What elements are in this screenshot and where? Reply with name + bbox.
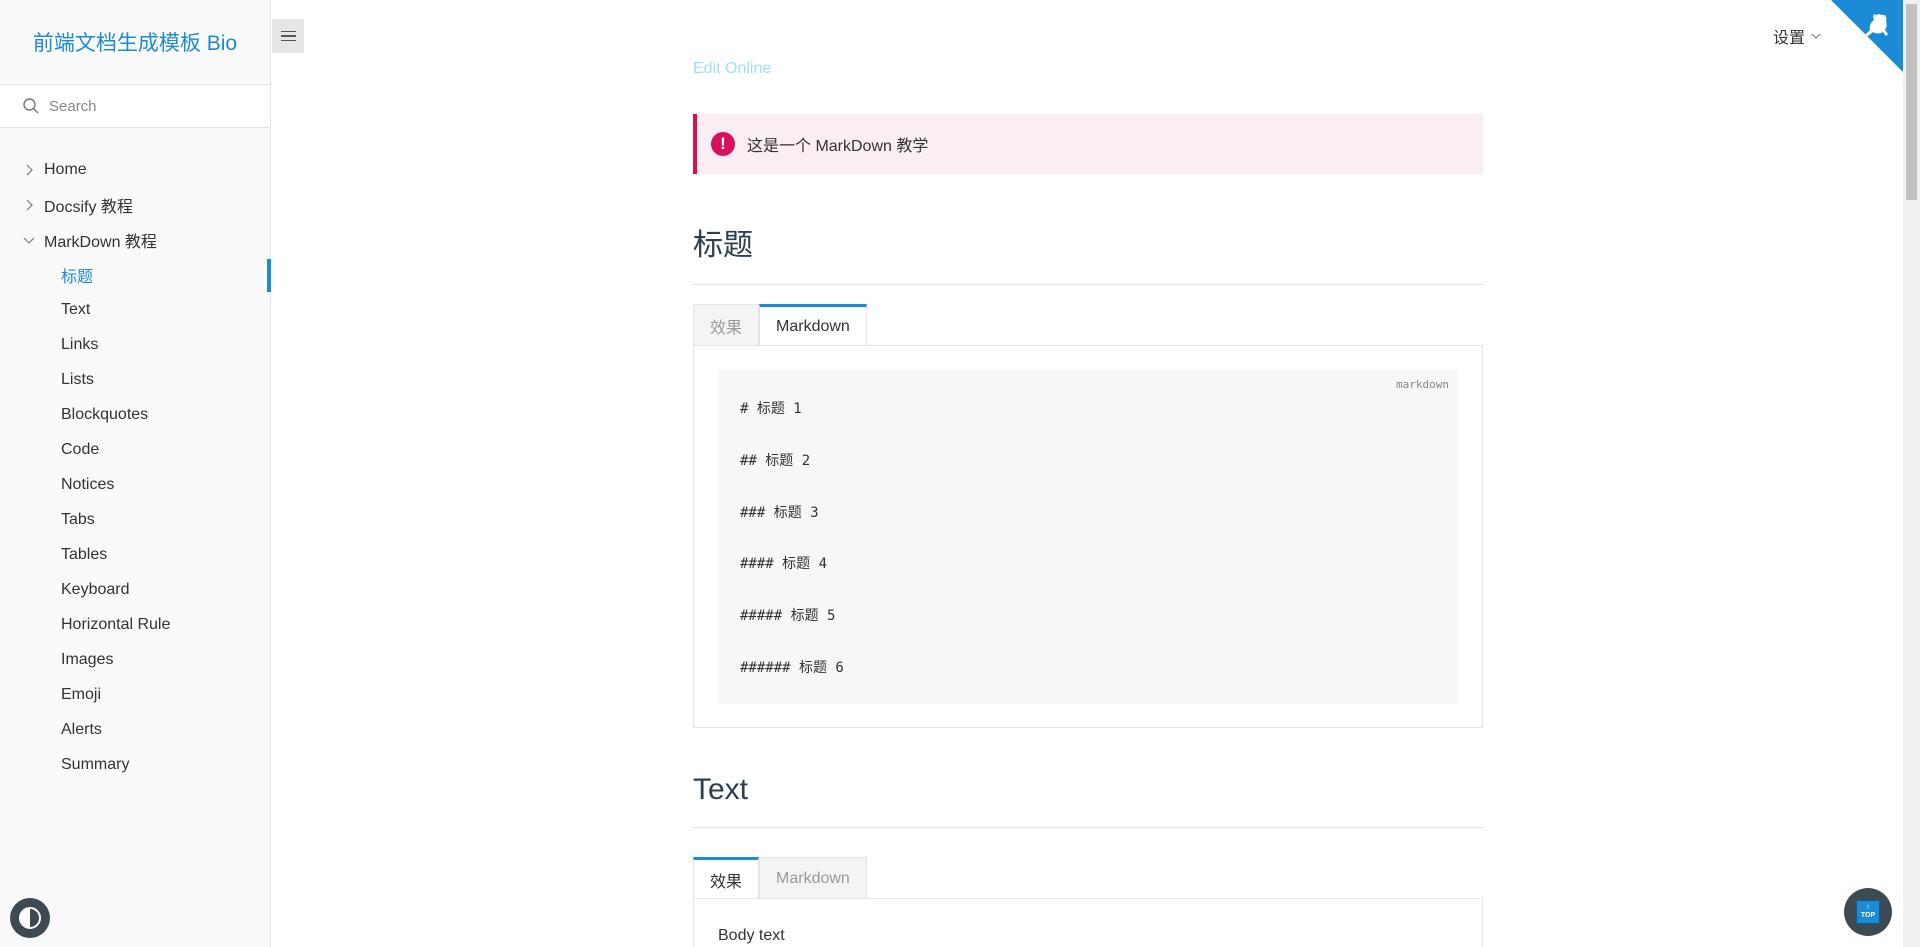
hamburger-icon-bar — [280, 35, 296, 37]
tab-effect[interactable]: 效果 — [693, 857, 760, 899]
sidebar-item-label: MarkDown 教程 — [44, 233, 157, 251]
sidebar-subitem-emoji[interactable]: Emoji — [0, 677, 270, 712]
tab-markdown[interactable]: Markdown — [759, 304, 867, 346]
sidebar-subitem-images[interactable]: Images — [0, 642, 270, 677]
half-moon-icon — [19, 907, 41, 929]
scrollbar-thumb[interactable] — [1906, 4, 1917, 200]
tab-effect[interactable]: 效果 — [693, 304, 760, 346]
tab-bar-text: 效果 Markdown — [693, 857, 1483, 899]
notice-text: 这是一个 MarkDown 教学 — [747, 138, 929, 155]
sidebar-subitem-summary[interactable]: Summary — [0, 747, 270, 782]
hamburger-icon-bar — [280, 39, 296, 42]
tab-markdown[interactable]: Markdown — [759, 857, 867, 899]
search-icon — [23, 98, 39, 114]
settings-dropdown[interactable]: 设置 — [1773, 24, 1821, 48]
sidebar-nav: Home Docsify 教程 MarkDown 教程 标题 Text Link… — [0, 128, 271, 782]
code-line: ###### 标题 6 — [740, 659, 844, 676]
sidebar-item-markdown[interactable]: MarkDown 教程 — [0, 222, 270, 257]
hamburger-icon — [280, 30, 296, 33]
sidebar-item-label: Docsify 教程 — [44, 198, 133, 216]
code-line: ## 标题 2 — [740, 452, 811, 469]
sidebar-subitem-alerts[interactable]: Alerts — [0, 712, 270, 747]
sidebar-subitem-headings[interactable]: 标题 — [0, 257, 271, 292]
app-name[interactable]: 前端文档生成模板 Bio — [0, 0, 270, 84]
chevron-right-icon — [26, 164, 33, 175]
sidebar: 前端文档生成模板 Bio Home Docsify 教程 MarkDown 教程… — [0, 0, 271, 947]
arrow-up-icon: ↑ TOP — [1856, 900, 1880, 924]
sidebar-subitem-keyboard[interactable]: Keyboard — [0, 572, 270, 607]
body-text: Body text — [718, 927, 785, 944]
section-heading-headings: 标题 — [693, 220, 1483, 285]
sidebar-subitem-tables[interactable]: Tables — [0, 537, 270, 572]
tab-bar-headings: 效果 Markdown — [693, 304, 1483, 346]
arrow-up-glyph: ↑ — [1866, 904, 1870, 911]
back-to-top-label: TOP — [1860, 912, 1876, 919]
sidebar-subitem-tabs[interactable]: Tabs — [0, 502, 270, 537]
exclamation-icon: ! — [711, 132, 735, 156]
sidebar-subitem-lists[interactable]: Lists — [0, 362, 270, 397]
edit-online-link[interactable]: Edit Online — [693, 60, 771, 78]
sidebar-subitem-links[interactable]: Links — [0, 327, 270, 362]
page-scrollbar[interactable] — [1903, 0, 1920, 947]
chevron-down-icon — [23, 237, 35, 244]
tab-panel-effect: Body text — [693, 898, 1483, 947]
sidebar-subitem-blockquotes[interactable]: Blockquotes — [0, 397, 270, 432]
chevron-down-icon — [1811, 33, 1821, 39]
code-line: ### 标题 3 — [740, 504, 819, 521]
search-box — [0, 84, 270, 128]
notice-box: ! 这是一个 MarkDown 教学 — [693, 114, 1483, 174]
sidebar-item-label: Home — [44, 160, 87, 178]
chevron-right-icon — [26, 199, 33, 210]
search-input[interactable] — [49, 97, 249, 115]
code-line: # 标题 1 — [740, 401, 802, 417]
sidebar-subitem-horizontal-rule[interactable]: Horizontal Rule — [0, 607, 270, 642]
tab-panel-markdown: markdown # 标题 1 ## 标题 2 ### 标题 3 #### 标题… — [693, 345, 1483, 728]
code-language-label: markdown — [1396, 378, 1449, 391]
code-line: #### 标题 4 — [740, 556, 828, 573]
code-line: ##### 标题 5 — [740, 608, 836, 625]
sidebar-subitem-text[interactable]: Text — [0, 292, 270, 327]
sidebar-item-home[interactable]: Home — [0, 152, 270, 187]
sidebar-toggle-button[interactable] — [272, 19, 304, 53]
sidebar-subitem-code[interactable]: Code — [0, 432, 270, 467]
section-heading-text: Text — [693, 773, 1483, 828]
sidebar-subitem-notices[interactable]: Notices — [0, 467, 270, 502]
code-block: markdown # 标题 1 ## 标题 2 ### 标题 3 #### 标题… — [718, 370, 1458, 704]
settings-label: 设置 — [1773, 30, 1806, 47]
sidebar-item-docsify[interactable]: Docsify 教程 — [0, 187, 270, 222]
back-to-top-button[interactable]: ↑ TOP — [1844, 888, 1892, 936]
theme-toggle-button[interactable] — [10, 898, 50, 938]
github-corner-icon[interactable] — [1831, 0, 1903, 72]
